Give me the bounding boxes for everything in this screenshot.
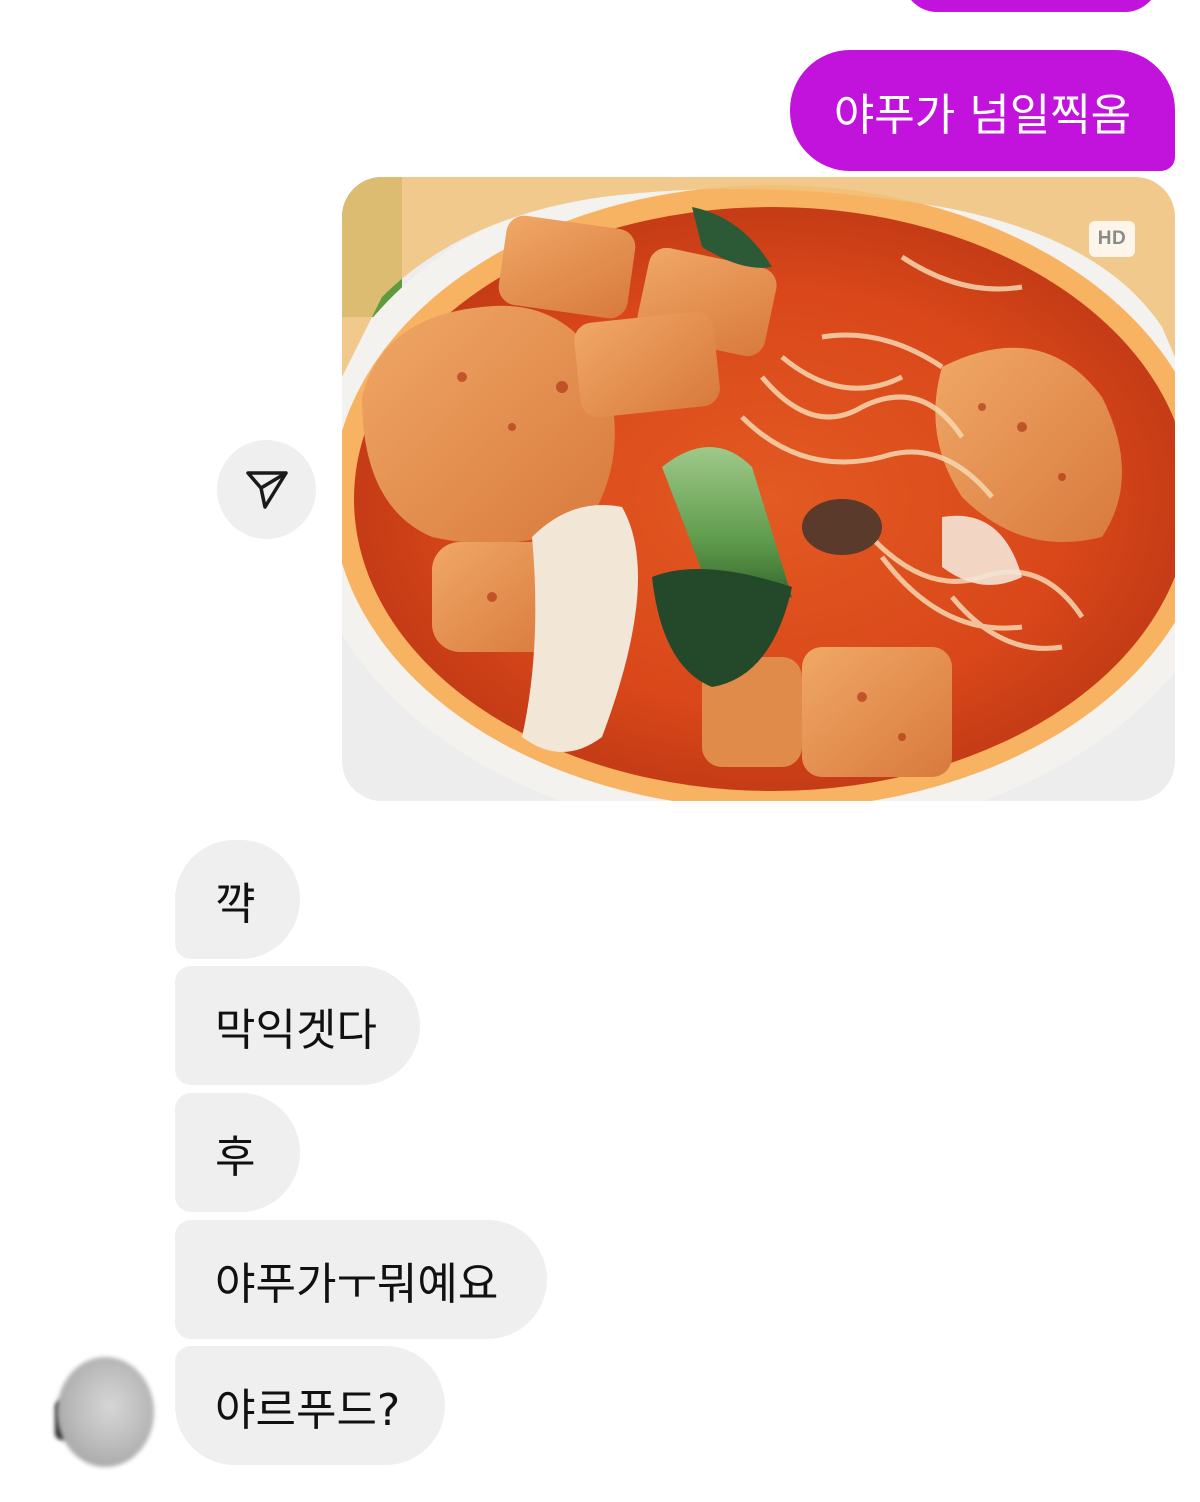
received-message-text: 꺅 <box>215 878 256 930</box>
received-message-bubble[interactable]: 꺅 <box>175 840 300 959</box>
received-message-text: 막익겟다 <box>215 1004 377 1056</box>
send-icon <box>242 463 292 517</box>
hd-badge: HD <box>1089 221 1135 257</box>
received-message-bubble[interactable]: 후 <box>175 1093 300 1212</box>
received-message-text: 후 <box>215 1131 256 1183</box>
food-photo-image <box>342 177 1175 801</box>
received-message-bubble[interactable]: 막익겟다 <box>175 966 420 1085</box>
received-message-text: 야르푸드? <box>215 1384 401 1436</box>
sent-message-text: 야푸가 넘일찍옴 <box>833 89 1132 141</box>
received-message-bubble[interactable]: 야푸가ㅜ뭐예요 <box>175 1220 547 1339</box>
sent-photo-message[interactable]: HD <box>342 177 1175 801</box>
sent-message-bubble-partial[interactable] <box>903 0 1159 12</box>
sent-message-bubble[interactable]: 야푸가 넘일찍옴 <box>790 50 1175 171</box>
share-button[interactable] <box>217 440 316 539</box>
received-message-text: 야푸가ㅜ뭐예요 <box>215 1258 499 1310</box>
received-message-bubble[interactable]: 야르푸드? <box>175 1346 445 1465</box>
avatar[interactable] <box>57 1357 154 1467</box>
